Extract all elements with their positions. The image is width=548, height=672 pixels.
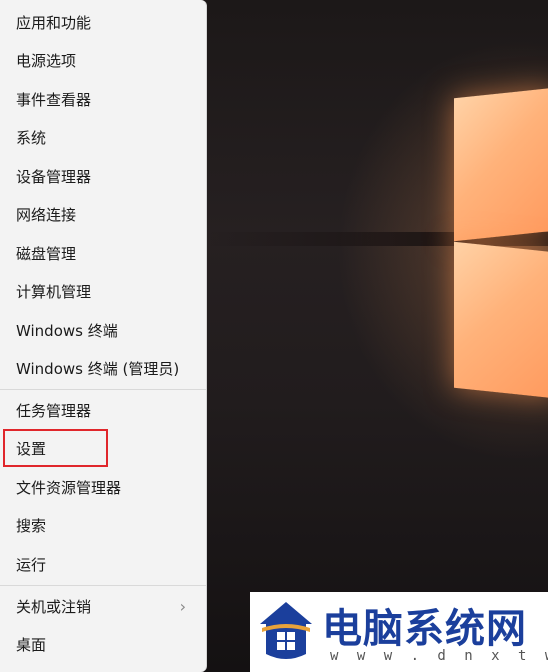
menu-item-system[interactable]: 系统 <box>0 119 206 155</box>
menu-item-run[interactable]: 运行 <box>0 546 206 582</box>
menu-item-file-explorer[interactable]: 文件资源管理器 <box>0 469 206 505</box>
menu-item-network-connections[interactable]: 网络连接 <box>0 196 206 232</box>
menu-item-task-manager[interactable]: 任务管理器 <box>0 392 206 428</box>
menu-item-label: Windows 终端 <box>16 321 118 340</box>
windows-logo-pane-bottom <box>454 241 548 399</box>
menu-item-shutdown-signout[interactable]: 关机或注销 › <box>0 588 206 624</box>
menu-item-label: Windows 终端 (管理员) <box>16 359 180 378</box>
menu-item-label: 计算机管理 <box>16 282 92 301</box>
menu-item-windows-terminal-admin[interactable]: Windows 终端 (管理员) <box>0 350 206 386</box>
menu-item-label: 任务管理器 <box>16 401 92 420</box>
desktop-screen: 应用和功能 电源选项 事件查看器 系统 设备管理器 网络连接 磁盘管理 计算机管… <box>0 0 548 672</box>
watermark-url: w w w . d n x t w . c o m <box>330 648 548 664</box>
menu-item-label: 设备管理器 <box>16 167 92 186</box>
house-logo-icon <box>260 602 312 659</box>
chevron-right-icon: › <box>179 597 186 616</box>
menu-item-label: 运行 <box>16 555 47 574</box>
quick-link-menu: 应用和功能 电源选项 事件查看器 系统 设备管理器 网络连接 磁盘管理 计算机管… <box>0 0 207 672</box>
menu-item-label: 电源选项 <box>16 51 77 70</box>
menu-item-windows-terminal[interactable]: Windows 终端 <box>0 312 206 348</box>
menu-item-label: 应用和功能 <box>16 13 92 32</box>
menu-item-label: 关机或注销 <box>16 597 92 616</box>
menu-divider <box>0 389 206 390</box>
windows-logo-pane-top <box>454 87 548 242</box>
settings-highlight-box <box>3 429 108 467</box>
watermark-title: 电脑系统网 <box>322 606 527 652</box>
menu-item-label: 网络连接 <box>16 205 77 224</box>
menu-item-label: 桌面 <box>16 635 47 654</box>
menu-item-label: 事件查看器 <box>16 90 92 109</box>
menu-divider <box>0 585 206 586</box>
menu-item-label: 文件资源管理器 <box>16 478 122 497</box>
menu-item-apps-features[interactable]: 应用和功能 <box>0 4 206 40</box>
menu-item-computer-management[interactable]: 计算机管理 <box>0 273 206 309</box>
menu-item-desktop[interactable]: 桌面 <box>0 626 206 662</box>
menu-item-label: 磁盘管理 <box>16 244 77 263</box>
menu-item-search[interactable]: 搜索 <box>0 507 206 543</box>
menu-item-label: 搜索 <box>16 516 47 535</box>
watermark: 电脑系统网 w w w . d n x t w . c o m <box>250 592 548 672</box>
menu-item-power-options[interactable]: 电源选项 <box>0 42 206 78</box>
menu-item-label: 系统 <box>16 128 47 147</box>
menu-item-device-manager[interactable]: 设备管理器 <box>0 158 206 194</box>
menu-item-event-viewer[interactable]: 事件查看器 <box>0 81 206 117</box>
menu-item-disk-management[interactable]: 磁盘管理 <box>0 235 206 271</box>
